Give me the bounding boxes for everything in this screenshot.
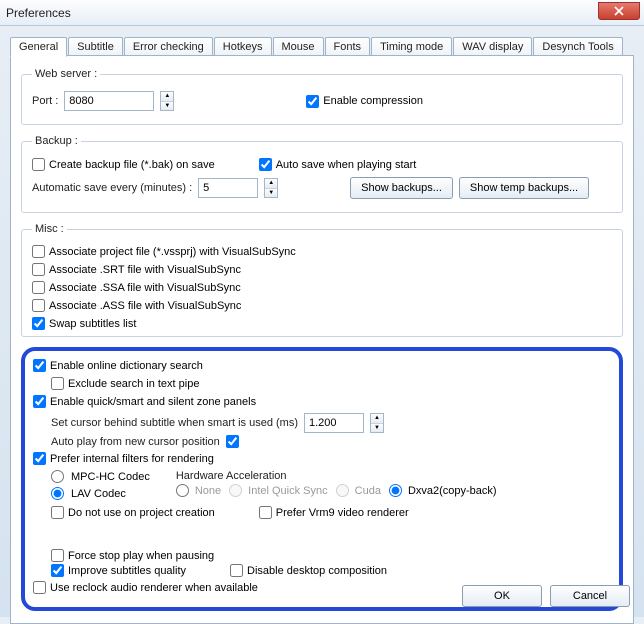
swap-subs-checkbox[interactable]: Swap subtitles list [32, 317, 598, 330]
assoc-ass-checkbox[interactable]: Associate .ASS file with VisualSubSync [32, 299, 598, 312]
autoplay-checkbox[interactable] [226, 435, 239, 448]
backup-group: Backup : Create backup file (*.bak) on s… [21, 135, 623, 213]
ok-button[interactable]: OK [462, 585, 542, 607]
codec-mpc-radio[interactable]: MPC-HC Codec [51, 470, 150, 483]
chevron-down-icon: ▼ [161, 102, 173, 111]
cancel-button[interactable]: Cancel [550, 585, 630, 607]
tab-fonts[interactable]: Fonts [325, 37, 371, 56]
webserver-legend: Web server : [32, 68, 100, 80]
reclock-checkbox[interactable]: Use reclock audio renderer when availabl… [33, 581, 258, 594]
hw-none-radio[interactable]: None [176, 484, 221, 497]
chevron-up-icon: ▲ [265, 179, 277, 189]
port-input[interactable] [64, 91, 154, 111]
titlebar: Preferences [0, 0, 644, 26]
tab-bar: General Subtitle Error checking Hotkeys … [10, 34, 634, 56]
port-spinner[interactable]: ▲▼ [160, 91, 174, 111]
port-label: Port : [32, 95, 58, 107]
auto-every-spinner[interactable]: ▲▼ [264, 178, 278, 198]
assoc-ssa-checkbox[interactable]: Associate .SSA file with VisualSubSync [32, 281, 598, 294]
prefer-internal-checkbox[interactable]: Prefer internal filters for rendering [33, 452, 214, 465]
create-bak-checkbox[interactable]: Create backup file (*.bak) on save [32, 158, 215, 171]
assoc-srt-checkbox[interactable]: Associate .SRT file with VisualSubSync [32, 263, 598, 276]
tab-desynch-tools[interactable]: Desynch Tools [533, 37, 622, 56]
backup-legend: Backup : [32, 135, 81, 147]
general-panel: Web server : Port : ▲▼ Enable compressio… [10, 55, 634, 624]
cursor-spinner[interactable]: ▲▼ [370, 413, 384, 433]
chevron-up-icon: ▲ [371, 414, 383, 424]
auto-every-label: Automatic save every (minutes) : [32, 182, 192, 194]
prefer-vmr9-checkbox[interactable]: Prefer Vrm9 video renderer [259, 506, 409, 519]
codec-lav-radio[interactable]: LAV Codec [51, 487, 150, 500]
webserver-group: Web server : Port : ▲▼ Enable compressio… [21, 68, 623, 125]
close-icon [614, 6, 624, 16]
highlight-box: Enable online dictionary search Exclude … [21, 347, 623, 611]
chevron-up-icon: ▲ [161, 92, 173, 102]
hw-accel-label: Hardware Acceleration [176, 470, 497, 482]
enable-dict-checkbox[interactable]: Enable online dictionary search [33, 359, 203, 372]
misc-legend: Misc : [32, 223, 67, 235]
disable-desktop-checkbox[interactable]: Disable desktop composition [230, 564, 387, 577]
tab-error-checking[interactable]: Error checking [124, 37, 213, 56]
hw-dxva-radio[interactable]: Dxva2(copy-back) [389, 484, 497, 497]
tab-general[interactable]: General [10, 37, 67, 57]
auto-every-input[interactable] [198, 178, 258, 198]
assoc-vssprj-checkbox[interactable]: Associate project file (*.vssprj) with V… [32, 245, 598, 258]
hw-intel-radio[interactable]: Intel Quick Sync [229, 484, 327, 497]
close-button[interactable] [598, 2, 640, 20]
chevron-down-icon: ▼ [371, 424, 383, 433]
enable-panels-checkbox[interactable]: Enable quick/smart and silent zone panel… [33, 395, 256, 408]
chevron-down-icon: ▼ [265, 189, 277, 198]
cursor-label: Set cursor behind subtitle when smart is… [51, 417, 298, 429]
force-stop-checkbox[interactable]: Force stop play when pausing [51, 549, 214, 562]
tab-hotkeys[interactable]: Hotkeys [214, 37, 272, 56]
window-title: Preferences [6, 6, 71, 20]
cursor-input[interactable] [304, 413, 364, 433]
show-backups-button[interactable]: Show backups... [350, 177, 453, 199]
tab-wav-display[interactable]: WAV display [453, 37, 532, 56]
tab-subtitle[interactable]: Subtitle [68, 37, 123, 56]
show-temp-backups-button[interactable]: Show temp backups... [459, 177, 589, 199]
no-use-project-checkbox[interactable]: Do not use on project creation [51, 506, 215, 519]
improve-quality-checkbox[interactable]: Improve subtitles quality [51, 564, 186, 577]
misc-group: Misc : Associate project file (*.vssprj)… [21, 223, 623, 337]
autosave-checkbox[interactable]: Auto save when playing start [259, 158, 417, 171]
tab-timing-mode[interactable]: Timing mode [371, 37, 452, 56]
tab-mouse[interactable]: Mouse [273, 37, 324, 56]
autoplay-label: Auto play from new cursor position [51, 436, 220, 448]
hw-cuda-radio[interactable]: Cuda [336, 484, 381, 497]
exclude-pipe-checkbox[interactable]: Exclude search in text pipe [51, 377, 199, 390]
enable-compression-checkbox[interactable]: Enable compression [306, 95, 423, 108]
